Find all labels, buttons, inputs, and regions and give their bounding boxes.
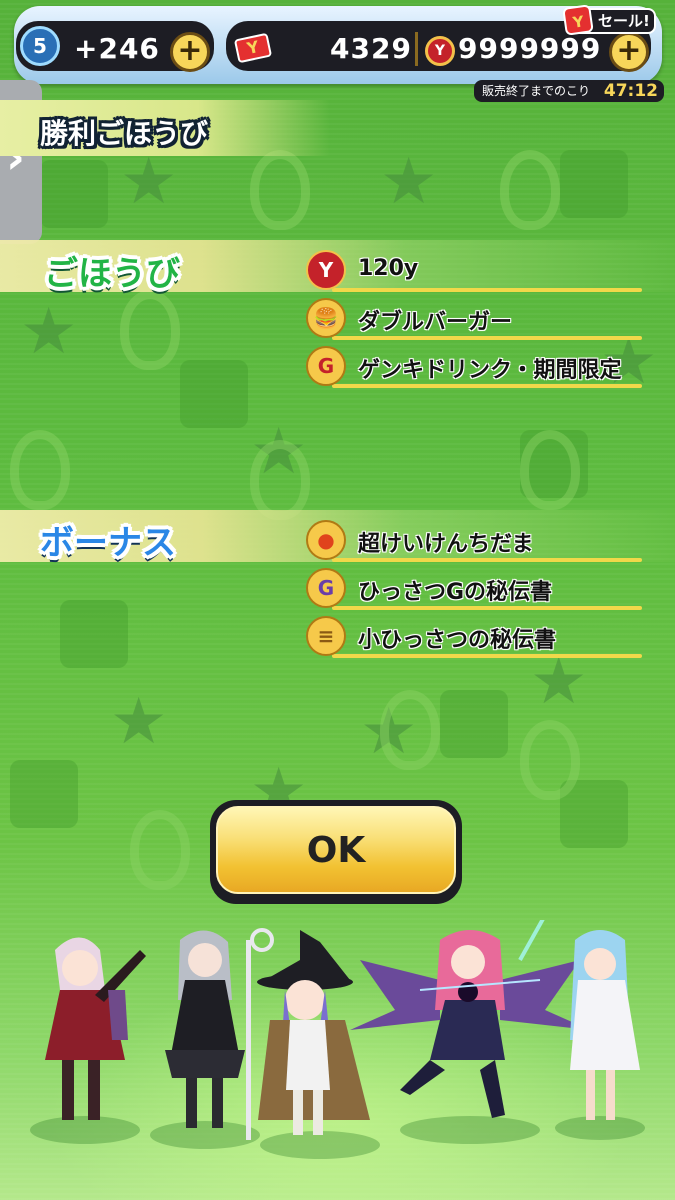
add-coins-button[interactable]: + <box>609 32 649 72</box>
reward-item: Y 120y <box>306 248 642 292</box>
sale-timer: 販売終了までのこり 47:12 <box>474 80 664 102</box>
drink-icon: G <box>306 346 346 386</box>
bonus-item-label: 小ひっさつの秘伝書 <box>358 628 557 653</box>
bonus-item: ≡ 小ひっさつの秘伝書 <box>306 614 642 658</box>
character-3 <box>257 930 370 1135</box>
bonus-item-label: 超けいけんちだま <box>358 532 534 557</box>
bonus-item: G ひっさつGの秘伝書 <box>306 566 642 610</box>
scroll-g-icon: G <box>306 568 346 608</box>
reward-item-label: 120y <box>358 256 419 281</box>
character-4 <box>350 920 590 1118</box>
currency-divider <box>415 32 418 66</box>
ok-button[interactable]: OK <box>210 800 462 904</box>
add-stamina-button[interactable]: + <box>170 32 210 72</box>
ok-button-label: OK <box>306 830 366 871</box>
party-characters-illustration <box>30 920 645 1159</box>
reward-item-label: ゲンキドリンク・期間限定 <box>358 358 622 383</box>
yokai-money-count: 4329 <box>330 32 412 65</box>
page-title: 勝利ごほうび <box>40 117 209 150</box>
stamina-count: +246 <box>74 32 160 65</box>
reward-item: G ゲンキドリンク・期間限定 <box>306 344 642 388</box>
reward-item-label: ダブルバーガー <box>358 310 513 335</box>
battle-result-screen: ★ ★ ★ ★ ★ ★ ★ ★ ★ 5 +246 + Y 4329 Y 9999… <box>0 0 675 1200</box>
victory-header: 勝利ごほうび <box>0 100 330 156</box>
sale-icon: Y <box>562 4 594 36</box>
character-2 <box>165 930 245 1128</box>
burger-icon: 🍔 <box>306 298 346 338</box>
exp-orb-icon: ● <box>306 520 346 560</box>
bonus-item: ● 超けいけんちだま <box>306 518 642 562</box>
y-coin-icon: Y <box>425 36 455 66</box>
staff <box>246 940 251 1140</box>
timer-value: 47:12 <box>603 81 658 101</box>
scroll-small-icon: ≡ <box>306 616 346 656</box>
character-1 <box>45 937 146 1120</box>
bonus-title: ボーナス <box>40 523 176 563</box>
reward-item: 🍔 ダブルバーガー <box>306 296 642 340</box>
level-badge: 5 <box>20 26 60 66</box>
y-money-icon: Y <box>306 250 346 290</box>
coin-count: 9999999 <box>458 32 602 65</box>
sale-badge[interactable]: Y セール! <box>562 4 656 36</box>
timer-label: 販売終了までのこり <box>482 84 591 98</box>
bonus-item-label: ひっさつGの秘伝書 <box>358 580 553 605</box>
sale-label: セール! <box>598 12 650 30</box>
rewards-title: ごほうび <box>44 254 180 294</box>
character-5 <box>570 930 640 1120</box>
